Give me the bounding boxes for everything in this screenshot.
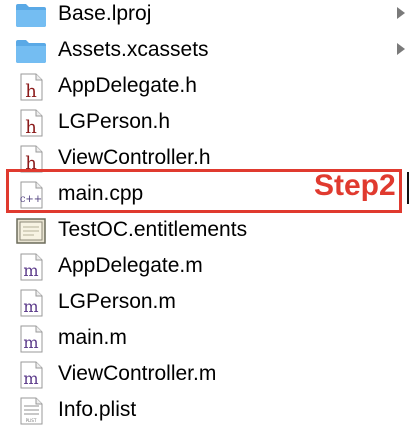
file-name-label: AppDelegate.m bbox=[58, 254, 203, 277]
header-file-icon: h bbox=[14, 73, 48, 102]
svg-text:PLIST: PLIST bbox=[26, 418, 37, 423]
file-row-main-m[interactable]: m main.m bbox=[0, 320, 416, 356]
folder-icon bbox=[14, 1, 48, 29]
step-annotation-label: Step2 bbox=[314, 169, 396, 202]
file-row-lgperson-h[interactable]: h LGPerson.h bbox=[0, 104, 416, 140]
svg-text:m: m bbox=[23, 297, 38, 316]
svg-text:m: m bbox=[23, 369, 38, 388]
file-row-info-plist[interactable]: PLIST Info.plist bbox=[0, 392, 416, 428]
objc-file-icon: m bbox=[14, 361, 48, 389]
file-row-appdelegate-m[interactable]: m AppDelegate.m bbox=[0, 248, 416, 284]
text-cursor bbox=[407, 172, 409, 204]
file-name-label: Info.plist bbox=[58, 398, 137, 421]
file-name-label: AppDelegate.h bbox=[58, 74, 197, 97]
file-row-assets-xcassets[interactable]: Assets.xcassets bbox=[0, 32, 416, 68]
file-name-label: TestOC.entitlements bbox=[58, 218, 248, 241]
file-navigator: Base.lproj Assets.xcassets h AppDelegate.h h… bbox=[0, 0, 416, 438]
folder-icon bbox=[14, 37, 48, 65]
plist-file-icon: PLIST bbox=[14, 397, 48, 425]
svg-text:h: h bbox=[25, 81, 37, 101]
svg-text:m: m bbox=[23, 333, 38, 352]
header-file-icon: h bbox=[14, 109, 48, 138]
svg-text:h: h bbox=[25, 153, 37, 173]
svg-text:c++: c++ bbox=[20, 194, 42, 205]
chevron-right-icon[interactable] bbox=[394, 40, 408, 58]
file-name-label: LGPerson.h bbox=[58, 110, 171, 133]
file-name-label: ViewController.m bbox=[58, 362, 217, 385]
file-name-label: main.m bbox=[58, 326, 127, 349]
svg-text:h: h bbox=[25, 117, 37, 137]
file-row-viewcontroller-m[interactable]: m ViewController.m bbox=[0, 356, 416, 392]
entitlements-file-icon bbox=[14, 217, 48, 245]
file-name-label: LGPerson.m bbox=[58, 290, 176, 313]
file-name-label: main.cpp bbox=[58, 182, 144, 205]
file-row-testoc-entitlements[interactable]: TestOC.entitlements bbox=[0, 212, 416, 248]
cpp-file-icon: c++ bbox=[14, 181, 48, 209]
file-list: Base.lproj Assets.xcassets h AppDelegate.h h… bbox=[0, 0, 416, 428]
file-name-label: Base.lproj bbox=[58, 2, 152, 25]
file-row-base-lproj[interactable]: Base.lproj bbox=[0, 0, 416, 32]
file-row-lgperson-m[interactable]: m LGPerson.m bbox=[0, 284, 416, 320]
file-row-appdelegate-h[interactable]: h AppDelegate.h bbox=[0, 68, 416, 104]
chevron-right-icon[interactable] bbox=[394, 4, 408, 22]
header-file-icon: h bbox=[14, 145, 48, 174]
svg-text:m: m bbox=[23, 261, 38, 280]
file-name-label: Assets.xcassets bbox=[58, 38, 209, 61]
objc-file-icon: m bbox=[14, 253, 48, 281]
objc-file-icon: m bbox=[14, 325, 48, 353]
file-name-label: ViewController.h bbox=[58, 146, 211, 169]
objc-file-icon: m bbox=[14, 289, 48, 317]
